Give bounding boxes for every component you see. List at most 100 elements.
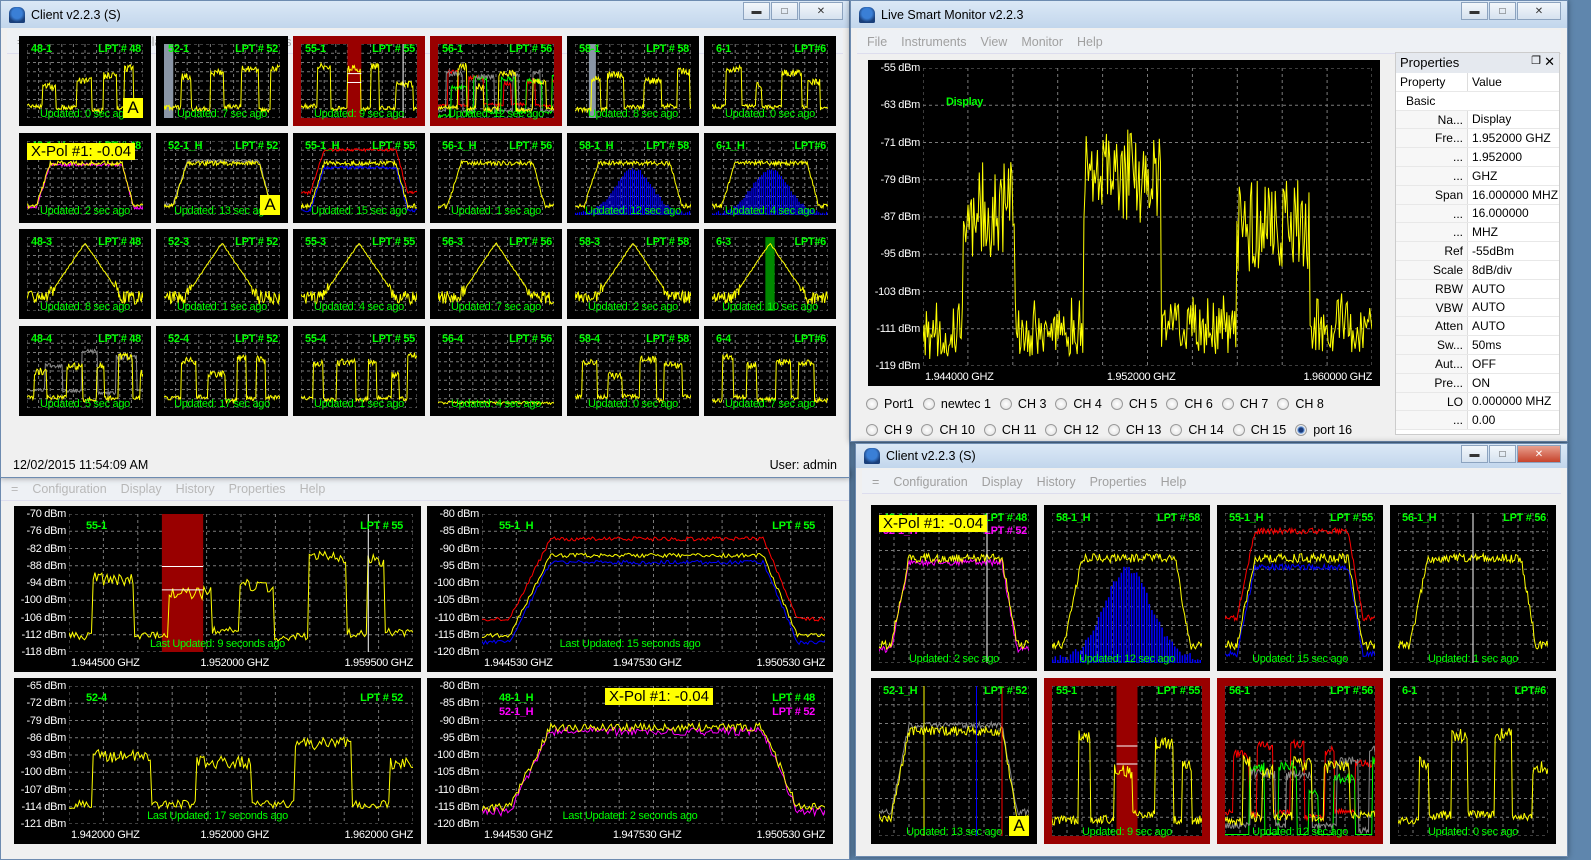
monitor-tile[interactable]: 56-3 LPT # 56 Updated: 7 sec ago xyxy=(430,229,562,319)
title-bar[interactable]: Client v2.2.3 (S) ▬ □ ✕ xyxy=(856,444,1567,468)
monitor-tile[interactable]: 52-4 LPT # 52 Updated: 17 sec ago xyxy=(156,325,288,416)
monitor-tile[interactable]: 56-1_H LPT # 56 Updated: 1 sec ago xyxy=(1390,505,1556,671)
menu-item-file[interactable]: File xyxy=(867,35,887,49)
spectrum-panel[interactable]: -65 dBm -72 dBm -79 dBm -86 dBm -93 dBm -100 … xyxy=(14,678,421,844)
maximize-button[interactable]: □ xyxy=(771,2,798,20)
property-row[interactable]: Span 16.000000 MHZ xyxy=(1396,185,1559,205)
channel-radio[interactable]: CH 12 xyxy=(1045,423,1099,437)
monitor-tile[interactable]: 55-1 LPT # 55 Updated: 9 sec ago xyxy=(1044,678,1210,844)
maximize-button[interactable]: □ xyxy=(1489,445,1516,463)
menu-item-properties[interactable]: Properties xyxy=(229,482,286,496)
radio-button-icon[interactable] xyxy=(1110,398,1123,410)
channel-radio[interactable]: CH 9 xyxy=(866,423,912,437)
live-spectrum-chart[interactable]: -55 dBm -63 dBm -71 dBm -79 dBm -87 dBm -95 d… xyxy=(868,60,1380,386)
monitor-tile[interactable]: 58-3 LPT # 58 Updated: 2 sec ago xyxy=(567,229,699,319)
monitor-tile[interactable]: 56-1 LPT # 56 Updated: 12 sec ago xyxy=(430,36,562,126)
radio-button-icon[interactable] xyxy=(921,424,934,436)
radio-button-icon[interactable] xyxy=(1295,424,1308,436)
monitor-tile[interactable]: 58-1_H LPT # 58 Updated: 12 sec ago xyxy=(1044,505,1210,671)
menu-item-properties[interactable]: Properties xyxy=(1090,475,1147,489)
float-icon[interactable]: ❐ xyxy=(1531,54,1541,67)
channel-radio[interactable]: CH 8 xyxy=(1277,397,1324,411)
monitor-tile[interactable]: 55-1_H LPT # 55 Updated: 15 sec ago xyxy=(293,132,425,223)
monitor-tile[interactable]: 48-1_HLPT # 48Updated: 2 sec agoX-Pol #1… xyxy=(19,132,151,223)
channel-radio[interactable]: CH 7 xyxy=(1221,397,1268,411)
radio-button-icon[interactable] xyxy=(1055,398,1068,410)
monitor-tile[interactable]: 48-4 LPT # 48 Updated: 5 sec ago xyxy=(19,325,151,416)
radio-button-icon[interactable] xyxy=(1221,398,1234,410)
channel-radio[interactable]: CH 3 xyxy=(999,397,1046,411)
radio-button-icon[interactable] xyxy=(1045,424,1058,436)
monitor-tile[interactable]: 6-3 LPT#6 Updated: 10 sec ago xyxy=(704,229,836,319)
menu-item-display[interactable]: Display xyxy=(982,475,1023,489)
property-group[interactable]: Basic xyxy=(1396,91,1559,111)
property-row[interactable]: Scale 8dB/div xyxy=(1396,260,1559,280)
property-row[interactable]: Ref -55dBm xyxy=(1396,242,1559,261)
spectrum-panel[interactable]: -80 dBm -85 dBm -90 dBm -95 dBm -100 dBm -105… xyxy=(427,678,833,844)
minimize-button[interactable]: ▬ xyxy=(743,2,770,20)
monitor-tile[interactable]: 52-1_H LPT # 52 Updated: 13 sec ago A xyxy=(871,678,1037,844)
channel-radio[interactable]: newtec 1 xyxy=(922,397,991,411)
menu-item-instruments[interactable]: Instruments xyxy=(901,35,966,49)
menu-item-history[interactable]: History xyxy=(1037,475,1076,489)
channel-radio[interactable]: CH 6 xyxy=(1166,397,1213,411)
property-row[interactable]: ... 16.000000 xyxy=(1396,204,1559,224)
property-row[interactable]: Fre... 1.952000 GHZ xyxy=(1396,129,1559,149)
radio-button-icon[interactable] xyxy=(866,424,878,436)
monitor-tile[interactable]: 58-4 LPT # 58 Updated: 0 sec ago xyxy=(567,325,699,416)
monitor-tile[interactable]: 55-3 LPT # 55 Updated: 4 sec ago xyxy=(293,229,425,319)
menu-item-monitor[interactable]: Monitor xyxy=(1021,35,1063,49)
property-group-label[interactable]: Basic xyxy=(1396,91,1440,110)
close-icon[interactable]: ✕ xyxy=(1544,54,1555,70)
monitor-tile[interactable]: 48-3 LPT # 48 Updated: 8 sec ago xyxy=(19,229,151,319)
property-row[interactable]: Na... Display xyxy=(1396,110,1559,130)
menu-item-view[interactable]: View xyxy=(980,35,1007,49)
minimize-button[interactable]: ▬ xyxy=(1461,2,1488,20)
monitor-tile[interactable]: 52-3 LPT # 52 Updated: 1 sec ago xyxy=(156,229,288,319)
menu-item-hamburger[interactable]: = xyxy=(11,482,18,496)
property-row[interactable]: ... GHZ xyxy=(1396,166,1559,186)
menu-item-hamburger[interactable]: = xyxy=(872,475,879,489)
title-bar[interactable]: Live Smart Monitor v2.2.3 ▬ □ ✕ xyxy=(851,1,1567,28)
channel-radio[interactable]: CH 10 xyxy=(921,423,975,437)
property-row[interactable]: ... 1.952000 xyxy=(1396,148,1559,167)
channel-radio[interactable]: CH 11 xyxy=(983,423,1036,437)
menu-item-history[interactable]: History xyxy=(176,482,215,496)
close-button[interactable]: ✕ xyxy=(1517,2,1561,20)
menu-item-configuration[interactable]: Configuration xyxy=(893,475,967,489)
channel-radio[interactable]: CH 5 xyxy=(1110,397,1157,411)
monitor-tile[interactable]: 52-1 LPT # 52 Updated: 7 sec ago xyxy=(156,36,288,126)
maximize-button[interactable]: □ xyxy=(1489,2,1516,20)
radio-button-icon[interactable] xyxy=(866,398,878,410)
property-row[interactable]: Sw... 50ms xyxy=(1396,336,1559,355)
monitor-tile[interactable]: 48-1_HLPT # 4852-1_HLPT # 52Updated: 2 s… xyxy=(871,505,1037,671)
property-row[interactable]: Atten AUTO xyxy=(1396,317,1559,337)
monitor-tile[interactable]: 55-4 LPT # 55 Updated: 1 sec ago xyxy=(293,325,425,416)
title-bar[interactable]: Client v2.2.3 (S) ▬ □ ✕ xyxy=(1,1,849,28)
property-row[interactable]: ... 0.00 xyxy=(1396,411,1559,431)
monitor-tile[interactable]: 52-1_H LPT # 52 Updated: 13 sec ago A xyxy=(156,132,288,223)
monitor-tile[interactable]: 56-1 LPT # 56 Updated: 12 sec ago xyxy=(1217,678,1383,844)
channel-radio[interactable]: port 16 xyxy=(1295,423,1352,437)
radio-button-icon[interactable] xyxy=(1166,398,1179,410)
monitor-tile[interactable]: 56-4 LPT # 56 Updated: 4 sec ago xyxy=(430,325,562,416)
monitor-tile[interactable]: 6-1_H LPT#6 Updated: 4 sec ago xyxy=(704,132,836,223)
radio-button-icon[interactable] xyxy=(999,398,1012,410)
channel-radio[interactable]: CH 4 xyxy=(1055,397,1102,411)
radio-button-icon[interactable] xyxy=(1170,424,1183,436)
spectrum-panel[interactable]: -70 dBm -76 dBm -82 dBm -88 dBm -94 dBm -100 … xyxy=(14,506,421,672)
monitor-tile[interactable]: 55-1_H LPT # 55 Updated: 15 sec ago xyxy=(1217,505,1383,671)
property-row[interactable]: Pre... ON xyxy=(1396,373,1559,393)
channel-radio[interactable]: CH 13 xyxy=(1107,423,1161,437)
monitor-tile[interactable]: 58-1_H LPT # 58 Updated: 12 sec ago xyxy=(567,132,699,223)
menu-item-display[interactable]: Display xyxy=(121,482,162,496)
channel-radio[interactable]: CH 15 xyxy=(1232,423,1286,437)
menu-item-help[interactable]: Help xyxy=(1161,475,1187,489)
monitor-tile[interactable]: 55-1 LPT # 55 Updated: 9 sec ago xyxy=(293,36,425,126)
radio-button-icon[interactable] xyxy=(1107,424,1120,436)
monitor-tile[interactable]: 58-1 LPT # 58 Updated: 8 sec ago xyxy=(567,36,699,126)
property-row[interactable]: ... MHZ xyxy=(1396,223,1559,243)
spectrum-panel[interactable]: -80 dBm -85 dBm -90 dBm -95 dBm -100 dBm -105… xyxy=(427,506,833,672)
channel-radio[interactable]: Port1 xyxy=(866,397,914,411)
property-row[interactable]: Aut... OFF xyxy=(1396,354,1559,374)
